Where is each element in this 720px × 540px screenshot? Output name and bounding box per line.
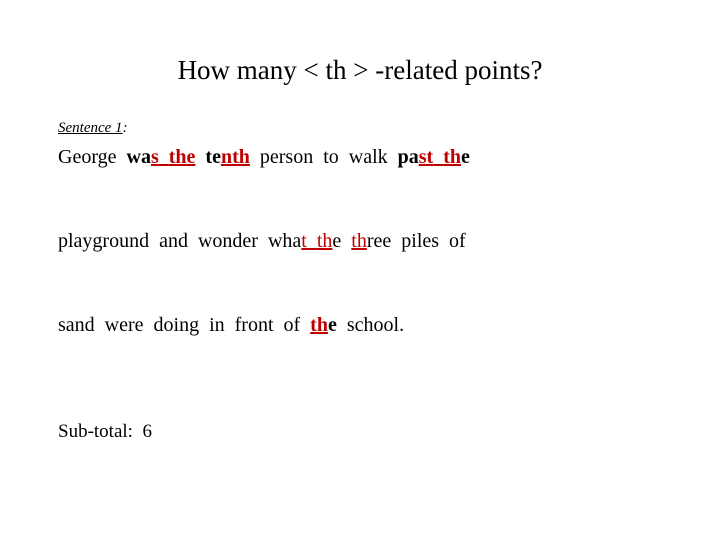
sentence-line-3: sand were doing in front of the school. [58,312,668,338]
run-s-highlight: s [150,146,159,168]
run-space [117,146,127,168]
run-nth-highlight: nth [220,146,250,168]
run-space [195,146,205,168]
run-th-highlight: th [310,314,328,336]
run-e: e [332,230,342,252]
run-school: school. [336,314,405,336]
sentence-line-1: George was the tenth person to walk past… [58,144,668,170]
run-e: e [327,314,337,336]
run-th-highlight: th [316,230,333,252]
run-playground-and-wonder-wha: playground and wonder wha [58,230,302,252]
sentence-label-text: Sentence 1 [58,120,123,136]
sub-total: Sub-total: 6 [58,421,152,442]
run-e: e [461,146,470,168]
sentence-label: Sentence 1: [58,118,668,138]
run-underline-gap [307,230,317,252]
run-underline-gap [433,146,443,168]
run-person-to-walk: person to walk [249,146,398,168]
run-th-highlight: th [351,230,367,252]
run-underline-gap [159,146,169,168]
sentence-block: Sentence 1: George was the tenth person … [58,118,668,338]
sentence-line-2: playground and wonder what the three pil… [58,228,668,254]
sentence-label-colon: : [122,120,128,136]
slide-canvas: How many < th > -related points? Sentenc… [0,0,720,540]
page-title: How many < th > -related points? [177,55,543,85]
run-ree-piles-of: ree piles of [366,230,466,252]
run-george: George [58,146,117,168]
run-space [341,230,351,252]
run-te: te [205,146,221,168]
run-the-highlight: the [168,146,196,168]
run-sand-were-doing-in-front-of: sand were doing in front of [58,314,311,336]
run-pa: pa [397,146,419,168]
run-st-highlight: st [418,146,434,168]
run-th-highlight: th [443,146,462,168]
run-wa: wa [126,146,151,168]
